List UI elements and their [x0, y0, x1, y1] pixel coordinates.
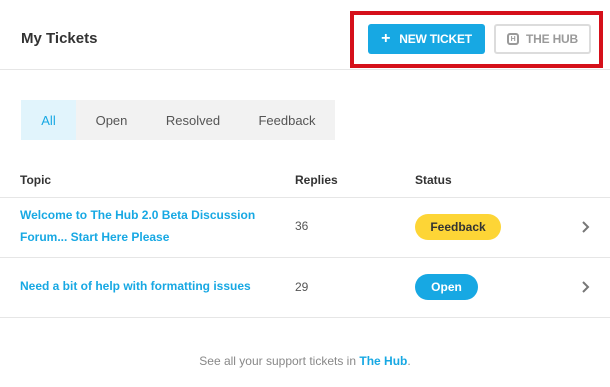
divider: [0, 257, 610, 258]
new-ticket-label: NEW TICKET: [399, 32, 472, 46]
divider: [0, 197, 610, 198]
the-hub-button[interactable]: H THE HUB: [494, 24, 591, 54]
ticket-filter-tabs: All Open Resolved Feedback: [21, 100, 335, 140]
ticket-topic-line: Need a bit of help with formatting issue…: [20, 279, 251, 293]
column-header-status: Status: [415, 173, 452, 187]
tab-feedback[interactable]: Feedback: [239, 100, 335, 140]
status-badge: Feedback: [415, 214, 501, 240]
footer-text: See all your support tickets in: [199, 354, 360, 368]
hub-logo-icon: H: [507, 33, 520, 45]
the-hub-link[interactable]: The Hub: [359, 354, 407, 368]
new-ticket-button[interactable]: + NEW TICKET: [368, 24, 485, 54]
ticket-topic-line: Welcome to The Hub 2.0 Beta Discussion: [20, 208, 256, 222]
ticket-topic-link[interactable]: Welcome to The Hub 2.0 Beta Discussion F…: [20, 204, 255, 248]
tab-open[interactable]: Open: [76, 100, 147, 140]
tab-all[interactable]: All: [21, 100, 76, 140]
column-header-topic: Topic: [20, 173, 52, 187]
ticket-topic-link[interactable]: Need a bit of help with formatting issue…: [20, 275, 251, 297]
ticket-topic-line: Forum... Start Here Please: [20, 230, 170, 244]
ticket-replies: 36: [295, 219, 309, 233]
plus-icon: +: [381, 30, 391, 47]
the-hub-label: THE HUB: [526, 32, 578, 46]
page-title: My Tickets: [21, 30, 98, 47]
footer-suffix: .: [407, 354, 411, 368]
divider: [0, 317, 610, 318]
chevron-right-icon[interactable]: [580, 281, 590, 293]
ticket-replies: 29: [295, 280, 309, 294]
column-header-replies: Replies: [295, 173, 338, 187]
tab-resolved[interactable]: Resolved: [147, 100, 239, 140]
status-badge: Open: [415, 274, 478, 300]
footer-note: See all your support tickets in The Hub.: [0, 354, 610, 368]
chevron-right-icon[interactable]: [580, 221, 590, 233]
